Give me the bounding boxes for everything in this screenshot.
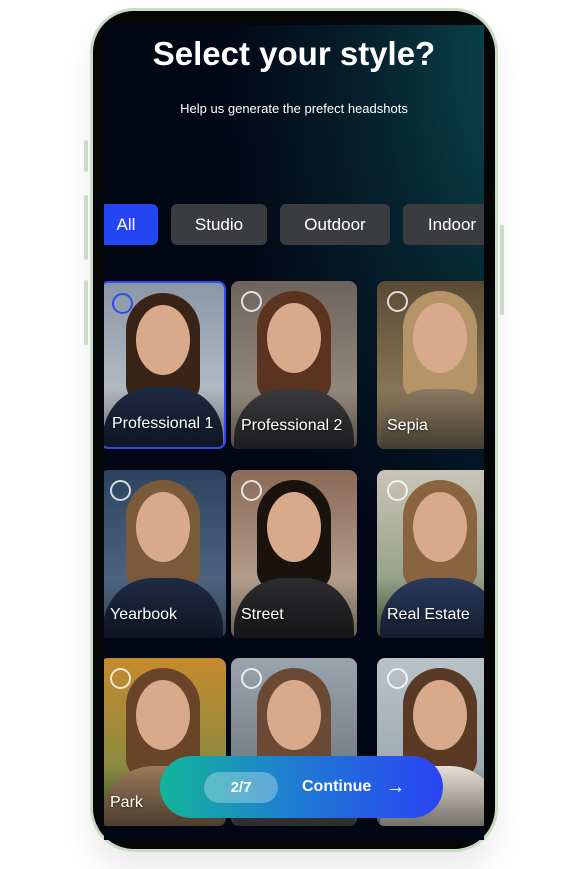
portrait-face [136,492,190,562]
style-label: Sepia [387,417,428,434]
style-label: Park [110,794,143,811]
style-card[interactable]: Yearbook [104,470,226,638]
phone-button [500,225,504,315]
phone-button [84,195,88,260]
continue-button[interactable]: 2/7 Continue → [160,756,443,818]
style-label: Real Estate [387,606,470,623]
radio-button[interactable] [387,291,408,312]
phone-button [84,140,88,172]
continue-label: Continue [302,778,372,795]
portrait-face [267,492,321,562]
style-label: Professional 2 [241,417,343,434]
portrait-face [136,680,190,750]
screen: Select your style? Help us generate the … [104,25,484,840]
style-card[interactable]: Real Estate [377,470,484,638]
style-label: Yearbook [110,606,178,623]
radio-button[interactable] [112,293,133,314]
radio-button[interactable] [241,480,262,501]
radio-button[interactable] [241,668,262,689]
style-card[interactable]: Sepia [377,281,484,449]
arrow-right-icon: → [385,775,406,798]
page-subtitle: Help us generate the prefect headshots [180,101,408,116]
portrait-face [267,303,321,373]
style-label: Professional 1 [112,415,214,432]
radio-button[interactable] [387,480,408,501]
progress-badge: 2/7 [204,771,278,803]
portrait-face [413,303,467,373]
portrait-face [267,680,321,750]
style-card[interactable]: Street [231,470,357,638]
tab-indoor[interactable]: Indoor [403,204,484,245]
tab-studio[interactable]: Studio [171,204,267,245]
radio-button[interactable] [387,668,408,689]
tab-outdoor[interactable]: Outdoor [280,204,390,245]
style-label: Street [241,606,284,623]
portrait-face [136,305,190,375]
phone-button [84,280,88,345]
style-card[interactable]: Professional 2 [231,281,357,449]
radio-button[interactable] [110,668,131,689]
style-card[interactable]: Professional 1 [104,281,226,449]
portrait-face [413,680,467,750]
radio-button[interactable] [241,291,262,312]
tab-all[interactable]: All [104,204,158,245]
page-title: Select your style? [152,35,436,72]
radio-button[interactable] [110,480,131,501]
portrait-face [413,492,467,562]
